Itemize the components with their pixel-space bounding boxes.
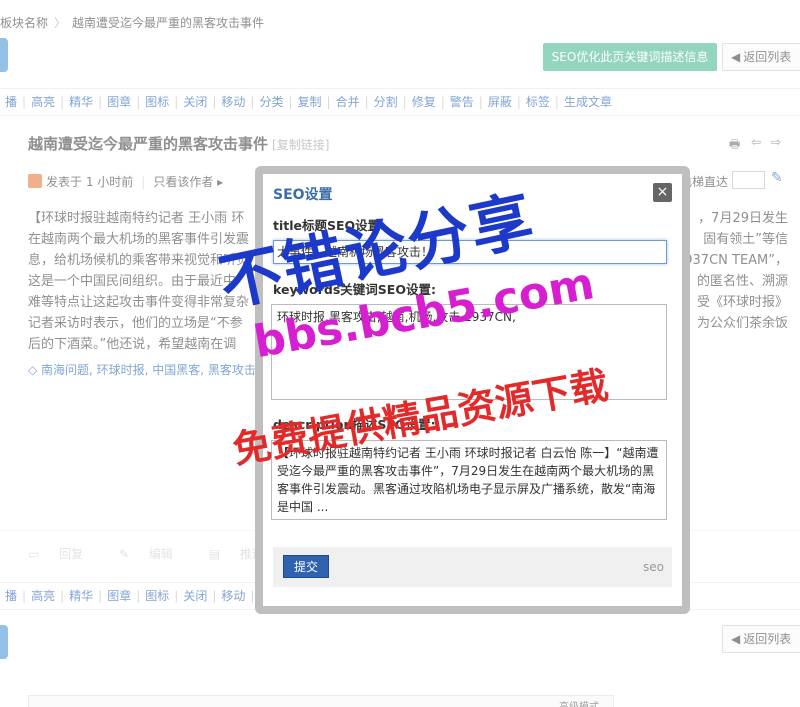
submit-button[interactable]: 提交: [283, 555, 329, 578]
close-icon[interactable]: ×: [653, 183, 672, 202]
dialog-footer: [273, 547, 672, 587]
footer-tag: seo: [643, 560, 664, 574]
dialog-title: SEO设置: [273, 187, 333, 203]
